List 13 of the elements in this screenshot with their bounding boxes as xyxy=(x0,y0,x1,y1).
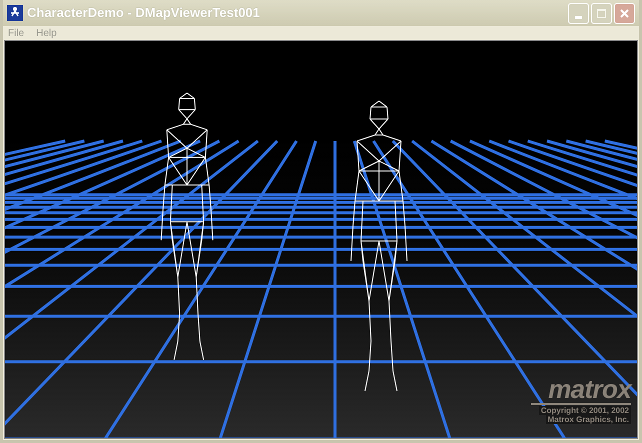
minimize-button[interactable] xyxy=(568,2,589,24)
copyright-text: Matrox Graphics, Inc. xyxy=(546,415,631,424)
close-button[interactable] xyxy=(614,2,635,24)
window-title: CharacterDemo - DMapViewerTest001 xyxy=(27,4,260,22)
minimize-icon xyxy=(575,16,582,18)
menu-item[interactable]: File xyxy=(8,26,24,40)
app-icon xyxy=(7,5,23,21)
maximize-icon xyxy=(597,8,606,18)
maximize-button[interactable] xyxy=(591,2,612,24)
copyright-text: Copyright © 2001, 2002 xyxy=(538,406,631,415)
menu-item[interactable]: Help xyxy=(36,26,57,40)
close-icon xyxy=(620,8,629,18)
logo-wordmark: matrox xyxy=(548,376,631,402)
